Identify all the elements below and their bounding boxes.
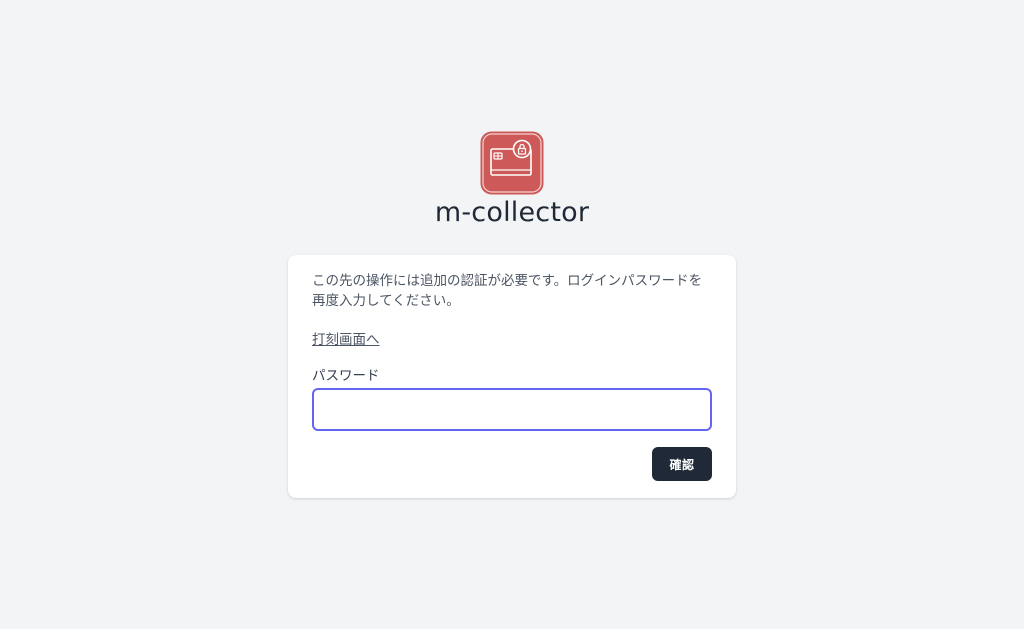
reauth-page: m-collector この先の操作には追加の認証が必要です。ログインパスワード…	[0, 0, 1024, 629]
password-input[interactable]	[312, 388, 712, 431]
app-logo	[480, 131, 544, 195]
form-actions: 確認	[312, 447, 712, 481]
credit-card-lock-icon	[480, 131, 544, 195]
password-label: パスワード	[312, 368, 380, 384]
reauth-card: この先の操作には追加の認証が必要です。ログインパスワードを再度入力してください。…	[288, 255, 736, 498]
confirm-button[interactable]: 確認	[652, 447, 712, 481]
timecard-page-link[interactable]: 打刻画面へ	[312, 330, 380, 350]
auth-required-message: この先の操作には追加の認証が必要です。ログインパスワードを再度入力してください。	[312, 273, 703, 309]
app-title: m-collector	[434, 197, 590, 228]
